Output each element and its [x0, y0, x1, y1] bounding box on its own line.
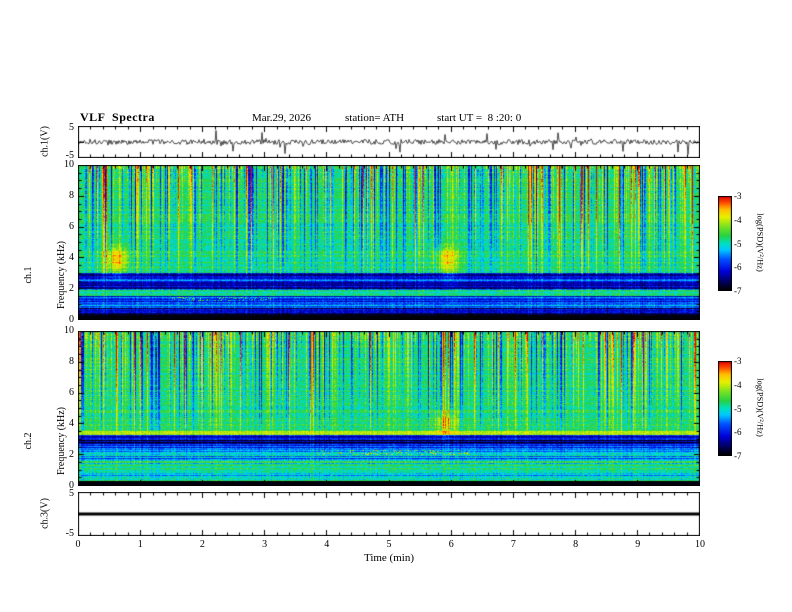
colorbar-tick-label: -7 — [734, 451, 742, 461]
header-start-ut: start UT = 8 :20: 0 — [437, 112, 522, 124]
colorbar-ch1 — [718, 196, 732, 291]
x-tick-label: 0 — [75, 539, 81, 550]
x-tick-label: 6 — [448, 539, 454, 550]
spec-y-tick-label: 6 — [69, 221, 74, 232]
colorbar-ch2 — [718, 361, 732, 456]
wave-y-tick-label: -5 — [65, 150, 74, 161]
wave-y-tick-label: 5 — [69, 122, 74, 133]
x-axis-label: Time (min) — [363, 552, 414, 564]
x-tick-label: 5 — [386, 539, 392, 550]
spec-y-tick-label: 10 — [64, 325, 74, 336]
x-tick-label: 7 — [510, 539, 516, 550]
ch3-wave-ylabel: ch.3(V) — [39, 498, 51, 529]
ch2-spec-ylabel-channel: ch.2 — [23, 432, 34, 450]
spec-y-tick-label: 8 — [69, 356, 74, 367]
x-tick-label: 3 — [262, 539, 268, 550]
spec-y-tick-label: 2 — [69, 449, 74, 460]
x-tick-label: 4 — [324, 539, 330, 550]
vlf-spectra-figure: VLF Spectra Mar.29, 2026 station= ATH st… — [0, 0, 792, 612]
ch2-spectrogram-panel — [78, 331, 700, 486]
x-tick-label: 9 — [635, 539, 641, 550]
x-tick-label: 1 — [137, 539, 143, 550]
ch1-spectrogram-panel — [78, 165, 700, 320]
spec-y-tick-label: 4 — [69, 418, 74, 429]
spec-y-tick-label: 8 — [69, 190, 74, 201]
spec-y-tick-label: 2 — [69, 283, 74, 294]
colorbar-tick-label: -3 — [734, 191, 742, 201]
plot-title: VLF Spectra — [80, 110, 155, 124]
colorbar-tick-label: -3 — [734, 356, 742, 366]
ch1-wave-ylabel: ch.1(V) — [39, 126, 51, 157]
ch1-spec-ylabel: ch.1 Frequency (kHz) — [1, 200, 89, 350]
wave-y-tick-label: -5 — [65, 528, 74, 539]
spec-y-tick-label: 6 — [69, 387, 74, 398]
spec-y-tick-label: 0 — [69, 314, 74, 325]
spec-y-tick-label: 4 — [69, 252, 74, 263]
ch3-waveform-panel — [78, 492, 700, 536]
colorbar-tick-label: -6 — [734, 427, 742, 438]
colorbar-tick-label: -4 — [734, 379, 742, 390]
colorbar-tick-label: -5 — [734, 238, 742, 249]
colorbar-2-label: log(PSD)(V²/Hz) — [755, 378, 766, 437]
ch1-waveform-panel — [78, 126, 700, 158]
colorbar-tick-label: -5 — [734, 403, 742, 414]
x-tick-label: 10 — [695, 539, 705, 550]
x-tick-label: 2 — [199, 539, 205, 550]
colorbar-tick-label: -4 — [734, 214, 742, 225]
x-tick-label: 8 — [573, 539, 579, 550]
colorbar-1-label: log(PSD)(V²/Hz) — [755, 213, 766, 272]
colorbar-tick-label: -7 — [734, 286, 742, 296]
header-date: Mar.29, 2026 — [252, 112, 311, 124]
colorbar-tick-label: -6 — [734, 262, 742, 273]
ch1-spec-ylabel-channel: ch.1 — [23, 266, 34, 284]
header-station: station= ATH — [345, 112, 405, 124]
wave-y-tick-label: 5 — [69, 488, 74, 499]
